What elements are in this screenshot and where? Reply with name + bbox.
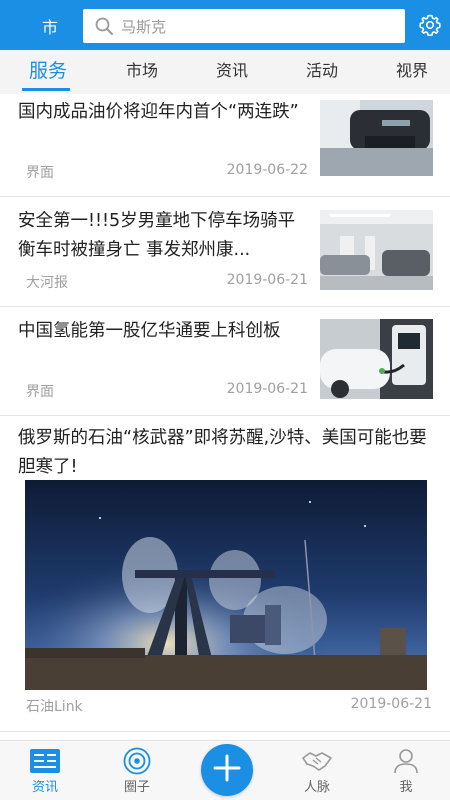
tab-events[interactable]: 活动 (290, 50, 354, 94)
handshake-icon (301, 747, 333, 775)
active-tab-indicator (22, 88, 70, 91)
add-button[interactable] (201, 744, 253, 796)
news-title: 安全第一!!!5岁男童地下停车场骑平衡车时被撞身亡 事发郑州康... (18, 211, 296, 260)
search-box[interactable]: 马斯克 (83, 9, 405, 43)
tab-vision[interactable]: 视界 (380, 50, 444, 94)
nav-label: 圈子 (123, 780, 150, 795)
nav-profile[interactable]: 我 (374, 741, 438, 800)
search-icon (89, 9, 119, 43)
news-title: 中国氢能第一股亿华通要上科创板 (18, 321, 281, 341)
tab-news[interactable]: 资讯 (200, 50, 264, 94)
tab-market[interactable]: 市场 (110, 50, 174, 94)
news-image (25, 480, 427, 690)
nav-circle[interactable]: 圈子 (105, 741, 169, 800)
news-date: 2019-06-21 (226, 272, 308, 288)
city-selector[interactable]: 市 (34, 14, 66, 38)
nav-label: 我 (399, 780, 413, 795)
person-icon (390, 747, 422, 775)
gear-icon[interactable] (416, 11, 444, 39)
news-title: 俄罗斯的石油“核武器”即将苏醒,沙特、美国可能也要胆寒了! (18, 428, 427, 477)
news-source: 界面 (26, 165, 54, 181)
news-date: 2019-06-21 (350, 696, 432, 712)
news-date: 2019-06-21 (226, 381, 308, 397)
news-source: 石油Link (26, 699, 83, 715)
category-tabs: 服务 市场 资讯 活动 视界 (0, 50, 450, 94)
news-date: 2019-06-22 (226, 162, 308, 178)
nav-label: 资讯 (31, 780, 58, 795)
news-source: 界面 (26, 384, 54, 400)
circle-icon (121, 747, 153, 775)
news-thumbnail (320, 100, 433, 176)
list-item[interactable]: 国内成品油价将迎年内首个“两连跌” 界面 2019-06-22 (0, 94, 450, 197)
list-item[interactable]: 中国氢能第一股亿华通要上科创板 界面 2019-06-21 (0, 307, 450, 416)
search-input[interactable]: 马斯克 (121, 16, 166, 37)
news-icon (29, 747, 61, 775)
top-bar: 市 马斯克 (0, 0, 450, 50)
plus-icon (211, 752, 243, 788)
news-source: 大河报 (26, 275, 68, 291)
news-title: 国内成品油价将迎年内首个“两连跌” (18, 102, 299, 122)
news-thumbnail (320, 319, 433, 399)
list-item[interactable]: 安全第一!!!5岁男童地下停车场骑平衡车时被撞身亡 事发郑州康... 大河报 2… (0, 197, 450, 307)
nav-contacts[interactable]: 人脉 (285, 741, 349, 800)
nav-news[interactable]: 资讯 (13, 741, 77, 800)
nav-label: 人脉 (303, 780, 330, 795)
news-thumbnail (320, 210, 433, 290)
